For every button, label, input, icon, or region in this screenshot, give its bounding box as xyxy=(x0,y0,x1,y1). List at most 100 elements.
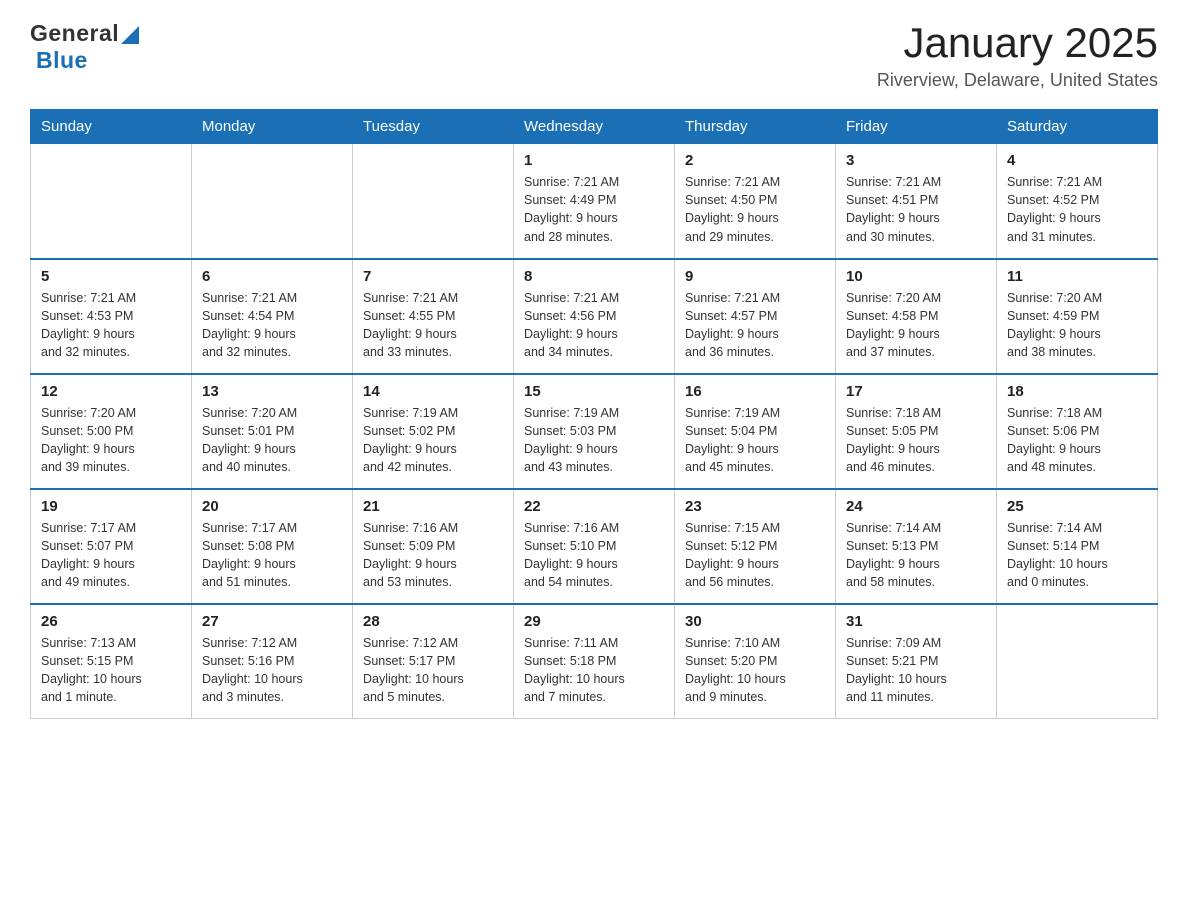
calendar-day-cell: 25 Sunrise: 7:14 AMSunset: 5:14 PMDayligh… xyxy=(997,489,1158,604)
day-number: 30 xyxy=(685,613,825,630)
calendar-day-cell: 17 Sunrise: 7:18 AMSunset: 5:05 PMDayligh… xyxy=(836,374,997,489)
calendar-day-cell: 22 Sunrise: 7:16 AMSunset: 5:10 PMDayligh… xyxy=(514,489,675,604)
day-info: Sunrise: 7:09 AMSunset: 5:21 PMDaylight:… xyxy=(846,634,986,707)
day-number: 1 xyxy=(524,152,664,169)
day-info: Sunrise: 7:21 AMSunset: 4:53 PMDaylight:… xyxy=(41,289,181,362)
day-info: Sunrise: 7:15 AMSunset: 5:12 PMDaylight:… xyxy=(685,519,825,592)
day-info: Sunrise: 7:21 AMSunset: 4:56 PMDaylight:… xyxy=(524,289,664,362)
day-number: 10 xyxy=(846,268,986,285)
calendar-day-header: Tuesday xyxy=(353,110,514,144)
day-number: 13 xyxy=(202,383,342,400)
day-info: Sunrise: 7:19 AMSunset: 5:03 PMDaylight:… xyxy=(524,404,664,477)
day-number: 19 xyxy=(41,498,181,515)
day-info: Sunrise: 7:13 AMSunset: 5:15 PMDaylight:… xyxy=(41,634,181,707)
day-number: 9 xyxy=(685,268,825,285)
day-info: Sunrise: 7:20 AMSunset: 5:00 PMDaylight:… xyxy=(41,404,181,477)
calendar-day-cell xyxy=(997,604,1158,719)
day-number: 27 xyxy=(202,613,342,630)
calendar-day-cell: 28 Sunrise: 7:12 AMSunset: 5:17 PMDayligh… xyxy=(353,604,514,719)
day-number: 5 xyxy=(41,268,181,285)
calendar-week-row: 19 Sunrise: 7:17 AMSunset: 5:07 PMDayligh… xyxy=(31,489,1158,604)
calendar-day-header: Sunday xyxy=(31,110,192,144)
day-info: Sunrise: 7:21 AMSunset: 4:54 PMDaylight:… xyxy=(202,289,342,362)
calendar-week-row: 1 Sunrise: 7:21 AMSunset: 4:49 PMDaylight… xyxy=(31,144,1158,259)
day-info: Sunrise: 7:21 AMSunset: 4:57 PMDaylight:… xyxy=(685,289,825,362)
day-number: 11 xyxy=(1007,268,1147,285)
day-info: Sunrise: 7:18 AMSunset: 5:05 PMDaylight:… xyxy=(846,404,986,477)
calendar-day-header: Thursday xyxy=(675,110,836,144)
calendar-day-header: Wednesday xyxy=(514,110,675,144)
calendar-day-cell: 4Sunrise: 7:21 AMSunset: 4:52 PMDaylight… xyxy=(997,144,1158,259)
calendar-subtitle: Riverview, Delaware, United States xyxy=(877,70,1158,91)
calendar-day-cell xyxy=(192,144,353,259)
day-info: Sunrise: 7:16 AMSunset: 5:09 PMDaylight:… xyxy=(363,519,503,592)
calendar-week-row: 12Sunrise: 7:20 AMSunset: 5:00 PMDayligh… xyxy=(31,374,1158,489)
day-number: 24 xyxy=(846,498,986,515)
day-info: Sunrise: 7:11 AMSunset: 5:18 PMDaylight:… xyxy=(524,634,664,707)
day-number: 16 xyxy=(685,383,825,400)
calendar-day-cell: 21 Sunrise: 7:16 AMSunset: 5:09 PMDayligh… xyxy=(353,489,514,604)
calendar-day-cell: 18Sunrise: 7:18 AMSunset: 5:06 PMDayligh… xyxy=(997,374,1158,489)
day-number: 20 xyxy=(202,498,342,515)
calendar-day-cell: 24 Sunrise: 7:14 AMSunset: 5:13 PMDayligh… xyxy=(836,489,997,604)
day-info: Sunrise: 7:21 AMSunset: 4:52 PMDaylight:… xyxy=(1007,173,1147,246)
calendar-day-cell: 19 Sunrise: 7:17 AMSunset: 5:07 PMDayligh… xyxy=(31,489,192,604)
calendar-day-header: Saturday xyxy=(997,110,1158,144)
day-number: 14 xyxy=(363,383,503,400)
day-number: 7 xyxy=(363,268,503,285)
day-info: Sunrise: 7:17 AMSunset: 5:07 PMDaylight:… xyxy=(41,519,181,592)
logo-general-text: General xyxy=(30,20,119,47)
calendar-day-cell: 5 Sunrise: 7:21 AMSunset: 4:53 PMDaylight… xyxy=(31,259,192,374)
day-number: 17 xyxy=(846,383,986,400)
day-info: Sunrise: 7:12 AMSunset: 5:16 PMDaylight:… xyxy=(202,634,342,707)
calendar-week-row: 26Sunrise: 7:13 AMSunset: 5:15 PMDayligh… xyxy=(31,604,1158,719)
calendar-week-row: 5 Sunrise: 7:21 AMSunset: 4:53 PMDaylight… xyxy=(31,259,1158,374)
day-number: 23 xyxy=(685,498,825,515)
day-number: 29 xyxy=(524,613,664,630)
day-info: Sunrise: 7:19 AMSunset: 5:02 PMDaylight:… xyxy=(363,404,503,477)
day-info: Sunrise: 7:20 AMSunset: 4:59 PMDaylight:… xyxy=(1007,289,1147,362)
calendar-day-cell: 12Sunrise: 7:20 AMSunset: 5:00 PMDayligh… xyxy=(31,374,192,489)
calendar-day-cell: 9 Sunrise: 7:21 AMSunset: 4:57 PMDaylight… xyxy=(675,259,836,374)
day-number: 15 xyxy=(524,383,664,400)
day-info: Sunrise: 7:21 AMSunset: 4:50 PMDaylight:… xyxy=(685,173,825,246)
calendar-day-cell: 1 Sunrise: 7:21 AMSunset: 4:49 PMDaylight… xyxy=(514,144,675,259)
day-number: 8 xyxy=(524,268,664,285)
calendar-day-cell: 14 Sunrise: 7:19 AMSunset: 5:02 PMDayligh… xyxy=(353,374,514,489)
calendar-day-cell: 29 Sunrise: 7:11 AMSunset: 5:18 PMDayligh… xyxy=(514,604,675,719)
calendar-day-header: Monday xyxy=(192,110,353,144)
calendar-day-cell: 6Sunrise: 7:21 AMSunset: 4:54 PMDaylight… xyxy=(192,259,353,374)
calendar-day-cell: 23 Sunrise: 7:15 AMSunset: 5:12 PMDayligh… xyxy=(675,489,836,604)
calendar-day-cell: 27 Sunrise: 7:12 AMSunset: 5:16 PMDayligh… xyxy=(192,604,353,719)
calendar-day-cell: 20Sunrise: 7:17 AMSunset: 5:08 PMDayligh… xyxy=(192,489,353,604)
calendar-day-header: Friday xyxy=(836,110,997,144)
calendar-day-cell: 3Sunrise: 7:21 AMSunset: 4:51 PMDaylight… xyxy=(836,144,997,259)
calendar-day-cell: 7 Sunrise: 7:21 AMSunset: 4:55 PMDaylight… xyxy=(353,259,514,374)
day-info: Sunrise: 7:20 AMSunset: 5:01 PMDaylight:… xyxy=(202,404,342,477)
title-block: January 2025 Riverview, Delaware, United… xyxy=(877,20,1158,91)
calendar-day-cell xyxy=(353,144,514,259)
day-number: 25 xyxy=(1007,498,1147,515)
calendar-day-cell: 2Sunrise: 7:21 AMSunset: 4:50 PMDaylight… xyxy=(675,144,836,259)
calendar-day-cell: 26Sunrise: 7:13 AMSunset: 5:15 PMDayligh… xyxy=(31,604,192,719)
calendar-day-cell xyxy=(31,144,192,259)
day-info: Sunrise: 7:12 AMSunset: 5:17 PMDaylight:… xyxy=(363,634,503,707)
calendar-body: 1 Sunrise: 7:21 AMSunset: 4:49 PMDaylight… xyxy=(31,144,1158,719)
day-number: 18 xyxy=(1007,383,1147,400)
day-number: 22 xyxy=(524,498,664,515)
day-number: 31 xyxy=(846,613,986,630)
calendar-day-cell: 30 Sunrise: 7:10 AMSunset: 5:20 PMDayligh… xyxy=(675,604,836,719)
day-info: Sunrise: 7:10 AMSunset: 5:20 PMDaylight:… xyxy=(685,634,825,707)
day-info: Sunrise: 7:21 AMSunset: 4:55 PMDaylight:… xyxy=(363,289,503,362)
day-info: Sunrise: 7:14 AMSunset: 5:14 PMDaylight:… xyxy=(1007,519,1147,592)
logo-triangle-icon xyxy=(121,26,139,44)
day-number: 21 xyxy=(363,498,503,515)
logo: General Blue xyxy=(30,20,139,74)
calendar-day-cell: 11 Sunrise: 7:20 AMSunset: 4:59 PMDayligh… xyxy=(997,259,1158,374)
calendar-day-cell: 15 Sunrise: 7:19 AMSunset: 5:03 PMDayligh… xyxy=(514,374,675,489)
day-info: Sunrise: 7:14 AMSunset: 5:13 PMDaylight:… xyxy=(846,519,986,592)
day-info: Sunrise: 7:16 AMSunset: 5:10 PMDaylight:… xyxy=(524,519,664,592)
day-info: Sunrise: 7:21 AMSunset: 4:49 PMDaylight:… xyxy=(524,173,664,246)
day-info: Sunrise: 7:19 AMSunset: 5:04 PMDaylight:… xyxy=(685,404,825,477)
day-number: 28 xyxy=(363,613,503,630)
